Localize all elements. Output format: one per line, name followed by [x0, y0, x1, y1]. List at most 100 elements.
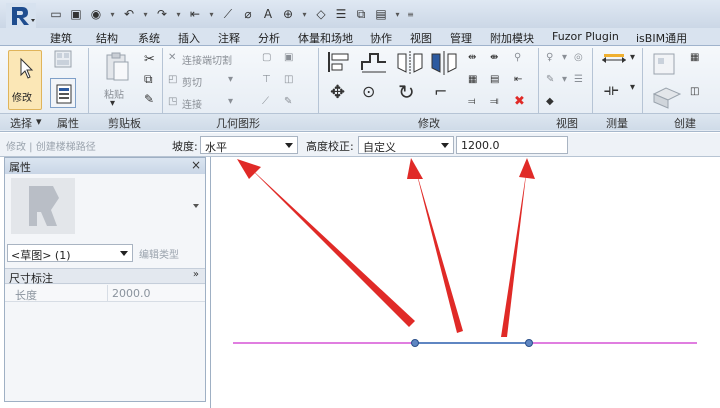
section-icon[interactable]: ◇: [313, 6, 329, 22]
linework-icon[interactable]: ✎: [546, 74, 554, 85]
offset-icon[interactable]: [360, 50, 388, 74]
thin-lines-icon[interactable]: ☰: [333, 6, 349, 22]
save-icon[interactable]: ▣: [68, 6, 84, 22]
cope-icon[interactable]: ✕: [168, 52, 176, 63]
scissors-icon[interactable]: ✂: [144, 52, 155, 67]
revit-logo-icon[interactable]: [6, 3, 36, 29]
split-icon[interactable]: ⇹: [468, 52, 476, 63]
unpin-icon[interactable]: ⇤: [514, 74, 522, 85]
paste-icon[interactable]: [104, 52, 130, 82]
match-properties-icon[interactable]: ✎: [144, 92, 154, 106]
create-similar-icon[interactable]: ◫: [690, 86, 699, 97]
properties-button[interactable]: [50, 78, 76, 108]
redo-icon[interactable]: ↷: [154, 6, 170, 22]
customize-qat-icon[interactable]: ≡: [406, 6, 415, 22]
tab-addins[interactable]: 附加模块: [490, 30, 534, 46]
copy-icon[interactable]: ⧉: [144, 72, 153, 87]
select-panel-label[interactable]: 选择: [10, 115, 32, 131]
undo-dropdown-icon[interactable]: ▾: [141, 6, 150, 22]
dimension-dropdown-icon[interactable]: ▾: [630, 82, 635, 93]
mirror-pick-axis-icon[interactable]: [396, 50, 424, 76]
collapse-icon[interactable]: »: [193, 269, 199, 280]
aligned-dimension-icon[interactable]: ⟛: [604, 80, 619, 100]
tab-view[interactable]: 视图: [410, 30, 432, 46]
switch-windows-icon[interactable]: ▤: [373, 6, 389, 22]
segment-endpoint-end[interactable]: [525, 339, 533, 347]
tab-analyze[interactable]: 分析: [258, 30, 280, 46]
select-link-icon[interactable]: ◆: [546, 96, 554, 107]
move-icon[interactable]: ✥: [330, 82, 345, 103]
create-group-icon[interactable]: ▦: [690, 52, 699, 63]
create-assembly-icon[interactable]: [652, 52, 676, 76]
cut-dropdown-icon[interactable]: ▾: [228, 74, 233, 85]
3d-dropdown-icon[interactable]: ▾: [300, 6, 309, 22]
drawing-canvas[interactable]: [210, 157, 720, 408]
property-value-cell[interactable]: 2000.0: [107, 285, 205, 301]
redo-dropdown-icon[interactable]: ▾: [174, 6, 183, 22]
measure-dropdown-icon[interactable]: ▾: [630, 52, 635, 63]
mirror-draw-axis-icon[interactable]: [430, 50, 458, 76]
join-geometry-label[interactable]: 连接: [182, 96, 202, 111]
rotate-icon[interactable]: ↻: [398, 80, 415, 104]
tab-isbim[interactable]: isBIM通用: [636, 30, 687, 46]
property-row-length[interactable]: 长度 2000.0: [5, 285, 205, 302]
create-parts-icon[interactable]: [652, 86, 682, 110]
sync-icon[interactable]: ◉: [88, 6, 104, 22]
uncut-icon[interactable]: ✎: [284, 96, 292, 107]
tab-insert[interactable]: 插入: [178, 30, 200, 46]
split-face-icon[interactable]: ▣: [284, 52, 293, 63]
trim-single-icon[interactable]: ⫥: [490, 96, 499, 107]
scale-icon[interactable]: ▤: [490, 74, 499, 85]
tab-collaborate[interactable]: 协作: [370, 30, 392, 46]
filter-icon[interactable]: ☰: [574, 74, 583, 85]
array-icon[interactable]: ▦: [468, 74, 477, 85]
slope-dropdown[interactable]: 水平: [200, 136, 298, 154]
cut-geometry-icon[interactable]: ◰: [168, 74, 177, 85]
delete-icon[interactable]: ✖: [514, 94, 525, 109]
pin-icon[interactable]: ⚲: [514, 52, 521, 63]
trim-icon[interactable]: ⫤: [468, 96, 476, 107]
text-icon[interactable]: A: [260, 6, 276, 22]
height-input[interactable]: [457, 137, 567, 153]
select-panel-dropdown-icon[interactable]: ▾: [36, 115, 42, 128]
close-hidden-icon[interactable]: ⧉: [353, 6, 369, 22]
dimension-icon[interactable]: ⟋: [220, 6, 236, 22]
type-properties-icon[interactable]: [54, 50, 72, 68]
measure-icon[interactable]: ⇤: [187, 6, 203, 22]
undo-icon[interactable]: ↶: [121, 6, 137, 22]
tab-massing-site[interactable]: 体量和场地: [298, 30, 353, 46]
demolish-icon[interactable]: ⊤: [262, 74, 271, 85]
3d-view-icon[interactable]: ⊕: [280, 6, 296, 22]
wall-joins-icon[interactable]: ▢: [262, 52, 271, 63]
tab-architecture[interactable]: 建筑: [50, 30, 72, 46]
measure-dropdown-icon[interactable]: ▾: [207, 6, 216, 22]
tab-fuzor-plugin[interactable]: Fuzor Plugin: [552, 30, 619, 43]
dimensions-group-header[interactable]: 尺寸标注 »: [5, 268, 205, 285]
copy-element-icon[interactable]: ⊙: [362, 82, 375, 101]
height-correction-dropdown[interactable]: 自定义: [358, 136, 454, 154]
tab-annotate[interactable]: 注释: [218, 30, 240, 46]
hide-element-icon[interactable]: ♀: [546, 52, 553, 63]
cut-geometry-label[interactable]: 剪切: [182, 74, 202, 89]
close-icon[interactable]: ×: [191, 158, 201, 172]
align-icon[interactable]: [326, 50, 352, 74]
sync-dropdown-icon[interactable]: ▾: [108, 6, 117, 22]
measure-between-icon[interactable]: [600, 52, 628, 68]
tab-manage[interactable]: 管理: [450, 30, 472, 46]
linework-dropdown-icon[interactable]: ▾: [562, 74, 567, 85]
edit-type-button[interactable]: 编辑类型: [139, 246, 179, 261]
tab-systems[interactable]: 系统: [138, 30, 160, 46]
cope-label[interactable]: 连接端切割: [182, 52, 232, 67]
trim-extend-icon[interactable]: ⌐: [434, 82, 447, 101]
segment-endpoint-start[interactable]: [411, 339, 419, 347]
join-geometry-icon[interactable]: ◳: [168, 96, 177, 107]
open-icon[interactable]: ▭: [48, 6, 64, 22]
height-input-field[interactable]: [456, 136, 568, 154]
tab-structure[interactable]: 结构: [96, 30, 118, 46]
remove-paint-icon[interactable]: ⟋: [262, 96, 269, 107]
switch-dropdown-icon[interactable]: ▾: [393, 6, 402, 22]
join-dropdown-icon[interactable]: ▾: [228, 96, 233, 107]
paste-dropdown-icon[interactable]: ▾: [110, 98, 115, 109]
view-dropdown-icon[interactable]: ▾: [562, 52, 567, 63]
split-gap-icon[interactable]: ⇼: [490, 52, 498, 63]
